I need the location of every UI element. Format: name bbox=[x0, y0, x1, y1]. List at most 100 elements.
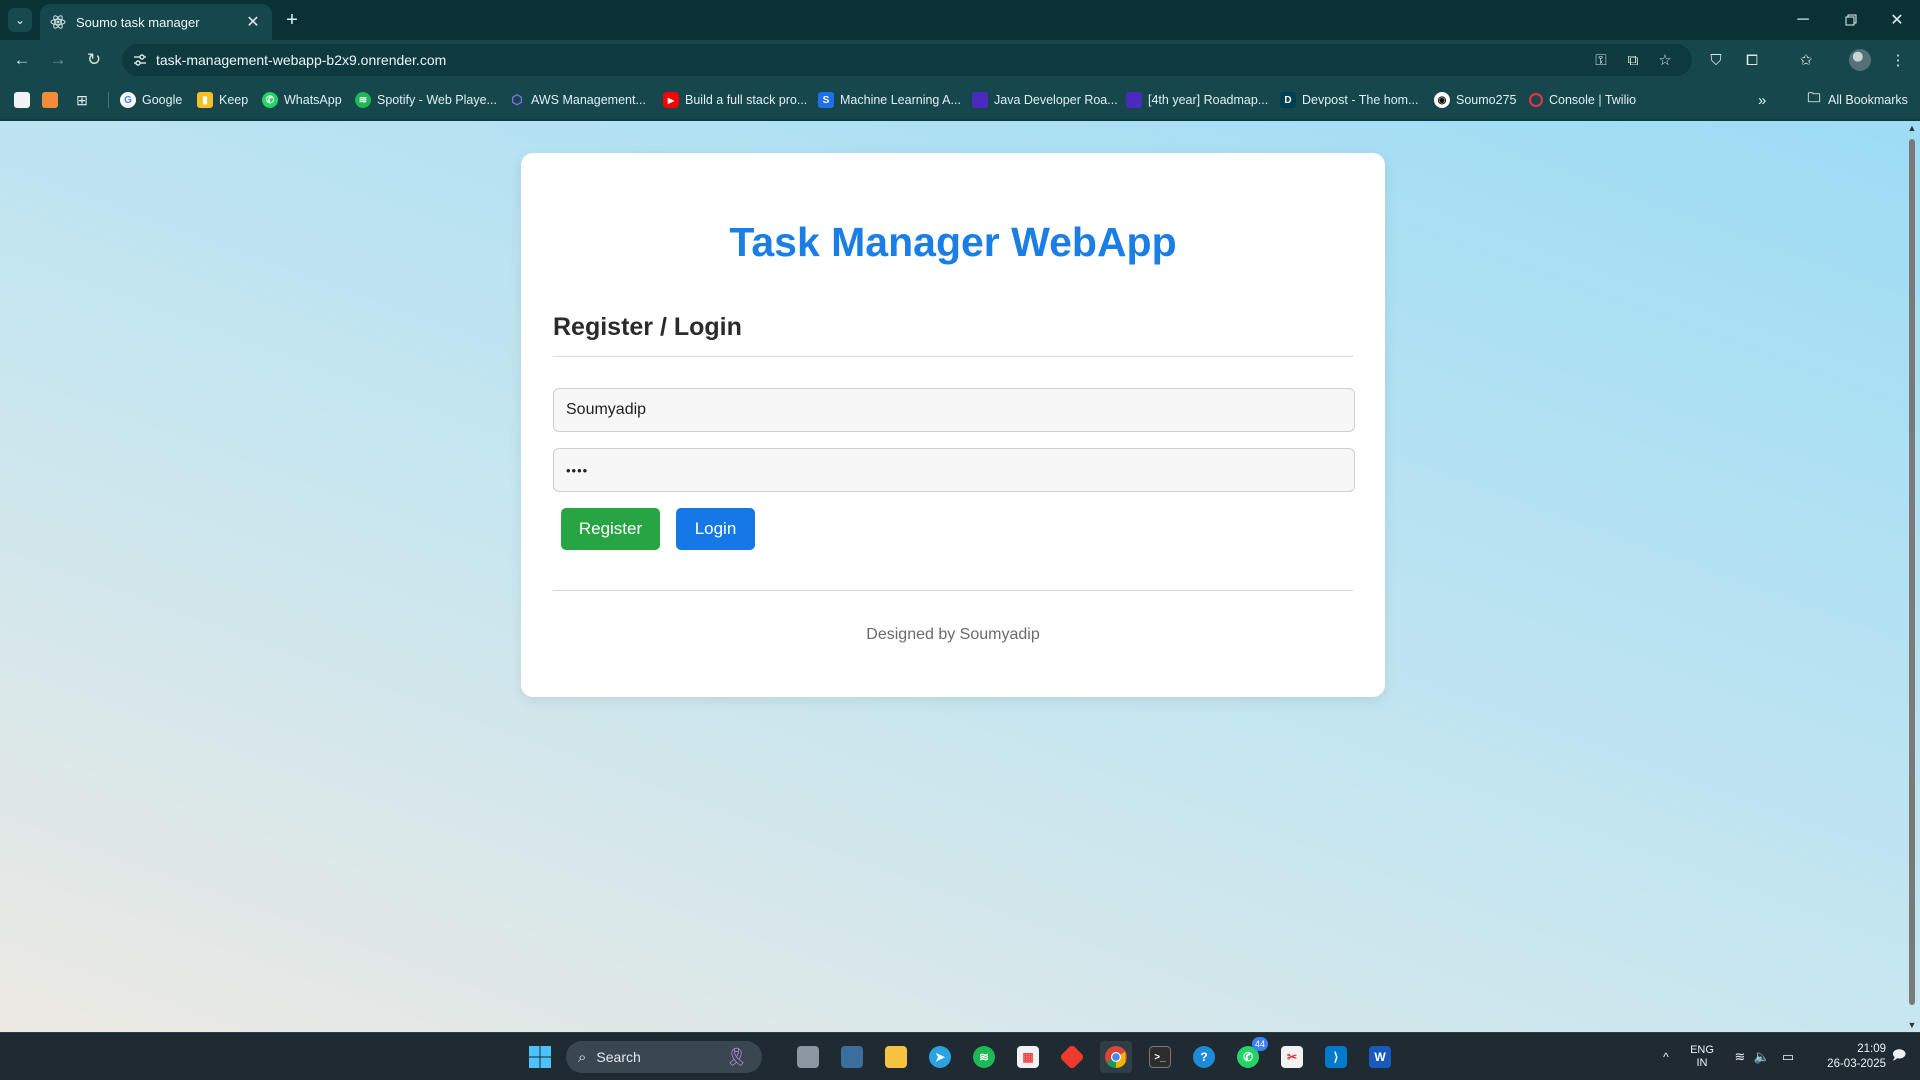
address-bar[interactable]: task-management-webapp-b2x9.onrender.com… bbox=[122, 44, 1692, 76]
bookmark-spotify[interactable]: ≋ Spotify - Web Playe... bbox=[355, 90, 497, 110]
chevron-double-right-icon: » bbox=[1758, 91, 1767, 109]
bookmark-devpost[interactable]: D Devpost - The hom... bbox=[1280, 90, 1419, 110]
section-title: Register / Login bbox=[553, 313, 742, 341]
bookmark-label: Java Developer Roa... bbox=[994, 93, 1118, 107]
bookmark-twilio[interactable]: Console | Twilio bbox=[1529, 90, 1636, 110]
vscode-button[interactable]: ⟩ bbox=[1320, 1041, 1352, 1073]
password-key-icon[interactable]: ⚿ bbox=[1590, 50, 1612, 70]
bookmark-label: Build a full stack pro... bbox=[685, 93, 808, 107]
browser-tab[interactable]: Soumo task manager ✕ bbox=[40, 4, 272, 40]
task-view-icon bbox=[797, 1046, 819, 1068]
username-input[interactable] bbox=[553, 388, 1355, 432]
tab-title: Soumo task manager bbox=[76, 14, 200, 30]
devpost-icon: D bbox=[1280, 92, 1296, 108]
start-button[interactable] bbox=[524, 1041, 556, 1073]
language-code: ENG bbox=[1690, 1044, 1714, 1056]
snipping-icon: ✂ bbox=[1281, 1046, 1303, 1068]
snipping-tool-button[interactable]: ✂ bbox=[1276, 1041, 1308, 1073]
bookmark-java-roadmap[interactable]: Java Developer Roa... bbox=[972, 90, 1118, 110]
windows-logo-icon bbox=[529, 1046, 551, 1068]
scroll-up-arrow-icon[interactable]: ▲ bbox=[1907, 123, 1917, 133]
microsoft-store-button[interactable]: ▦ bbox=[1012, 1041, 1044, 1073]
bookmarks-star-icon[interactable]: ✩ bbox=[1794, 49, 1818, 71]
new-tab-plus-icon[interactable]: + bbox=[280, 8, 304, 32]
wifi-icon[interactable]: ≋ bbox=[1730, 1033, 1750, 1080]
extensions-puzzle-icon[interactable]: ⧠ bbox=[1740, 49, 1764, 71]
telegram-icon: ➤ bbox=[929, 1046, 951, 1068]
footer-divider bbox=[553, 590, 1353, 591]
spotify-icon: ≋ bbox=[973, 1046, 995, 1068]
minimize-icon[interactable]: ─ bbox=[1780, 0, 1826, 40]
footer-credit: Designed by Soumyadip bbox=[866, 626, 1040, 643]
browser-toolbar: ← → ↻ task-management-webapp-b2x9.onrend… bbox=[0, 40, 1920, 80]
bookmarks-overflow-button[interactable]: » bbox=[1758, 90, 1766, 110]
telegram-button[interactable]: ➤ bbox=[924, 1041, 956, 1073]
login-button[interactable]: Login bbox=[676, 508, 755, 550]
section-divider bbox=[553, 356, 1353, 357]
all-bookmarks-label: All Bookmarks bbox=[1828, 93, 1908, 107]
chrome-button[interactable] bbox=[1100, 1041, 1132, 1073]
page-viewport: Task Manager WebApp Register / Login Reg… bbox=[0, 121, 1920, 1032]
url-text: task-management-webapp-b2x9.onrender.com bbox=[156, 52, 447, 68]
scroll-thumb[interactable] bbox=[1909, 139, 1915, 1005]
taskbar-search[interactable]: ⌕ Search 🎗 bbox=[566, 1041, 762, 1073]
whatsapp-button[interactable]: ✆ 44 bbox=[1232, 1037, 1268, 1073]
volume-icon[interactable]: 🔈 bbox=[1752, 1033, 1772, 1080]
windows-taskbar: ⌕ Search 🎗 ➤ ≋ ▦ >_ ? ✆ 44 ✂ ⟩ W ^ ENG I… bbox=[0, 1032, 1920, 1080]
anydesk-button[interactable] bbox=[1056, 1041, 1088, 1073]
bookmark-keep[interactable]: ▮ Keep bbox=[197, 90, 248, 110]
close-window-icon[interactable]: ✕ bbox=[1874, 0, 1920, 40]
bookmark-label: Soumo275 bbox=[1456, 93, 1517, 107]
roadmap-icon bbox=[972, 92, 988, 108]
apps-grid-icon[interactable]: ⊞ bbox=[74, 92, 90, 108]
task-view-button[interactable] bbox=[792, 1041, 824, 1073]
word-icon: W bbox=[1369, 1046, 1391, 1068]
bookmark-star-icon[interactable]: ☆ bbox=[1654, 50, 1676, 70]
install-app-icon[interactable]: ⧉ bbox=[1622, 50, 1644, 70]
notifications-icon[interactable]: 🗩 bbox=[1888, 1033, 1910, 1080]
all-bookmarks-button[interactable]: 🗀 All Bookmarks bbox=[1806, 90, 1908, 110]
bookmark-google[interactable]: G Google bbox=[120, 90, 182, 110]
more-menu-icon[interactable]: ⋮ bbox=[1886, 49, 1910, 71]
tray-overflow-chevron-icon[interactable]: ^ bbox=[1656, 1033, 1676, 1080]
bookmark-whatsapp[interactable]: ✆ WhatsApp bbox=[262, 90, 342, 110]
page-scrollbar[interactable]: ▲ ▼ bbox=[1904, 121, 1920, 1032]
widgets-button[interactable] bbox=[836, 1041, 868, 1073]
shield-extension-icon[interactable]: ⛉ bbox=[1704, 49, 1728, 71]
whatsapp-icon: ✆ bbox=[262, 92, 278, 108]
bookmark-label: Console | Twilio bbox=[1549, 93, 1637, 107]
reload-icon[interactable]: ↻ bbox=[80, 48, 108, 72]
restore-icon[interactable] bbox=[1828, 0, 1874, 40]
bookmark-app-icon[interactable] bbox=[14, 92, 30, 108]
terminal-button[interactable]: >_ bbox=[1144, 1041, 1176, 1073]
site-info-icon[interactable] bbox=[132, 52, 148, 68]
bookmark-machine-learning[interactable]: S Machine Learning A... bbox=[818, 90, 961, 110]
battery-icon[interactable]: ▭ bbox=[1776, 1033, 1800, 1080]
notification-badge: 44 bbox=[1252, 1037, 1268, 1051]
register-button[interactable]: Register bbox=[561, 508, 660, 550]
tab-close-icon[interactable]: ✕ bbox=[244, 12, 262, 32]
word-button[interactable]: W bbox=[1364, 1041, 1396, 1073]
bookmark-aws[interactable]: ⬡ AWS Management... bbox=[509, 90, 646, 110]
bookmark-4th-year-roadmap[interactable]: [4th year] Roadmap... bbox=[1126, 90, 1268, 110]
scroll-down-arrow-icon[interactable]: ▼ bbox=[1907, 1020, 1917, 1030]
bookmark-app-icon[interactable] bbox=[42, 92, 58, 108]
forward-arrow-icon[interactable]: → bbox=[44, 48, 72, 72]
keep-icon: ▮ bbox=[197, 92, 213, 108]
bookmark-youtube[interactable]: ▶ Build a full stack pro... bbox=[663, 90, 807, 110]
back-arrow-icon[interactable]: ← bbox=[8, 48, 36, 72]
password-input[interactable] bbox=[553, 448, 1355, 492]
clock[interactable]: 21:09 26-03-2025 bbox=[1806, 1033, 1886, 1080]
help-button[interactable]: ? bbox=[1188, 1041, 1220, 1073]
language-indicator[interactable]: ENG IN bbox=[1686, 1033, 1718, 1080]
bookmark-github[interactable]: ◉ Soumo275 bbox=[1434, 90, 1516, 110]
file-explorer-button[interactable] bbox=[880, 1041, 912, 1073]
bookmark-label: AWS Management... bbox=[531, 93, 646, 107]
spotify-button[interactable]: ≋ bbox=[968, 1041, 1000, 1073]
store-icon: ▦ bbox=[1017, 1046, 1039, 1068]
profile-avatar[interactable] bbox=[1849, 49, 1871, 71]
twilio-icon bbox=[1529, 93, 1543, 107]
bookmark-label: Google bbox=[142, 93, 183, 107]
clock-date: 26-03-2025 bbox=[1827, 1058, 1886, 1070]
tab-search-chevron-icon[interactable]: ⌄ bbox=[8, 8, 32, 32]
